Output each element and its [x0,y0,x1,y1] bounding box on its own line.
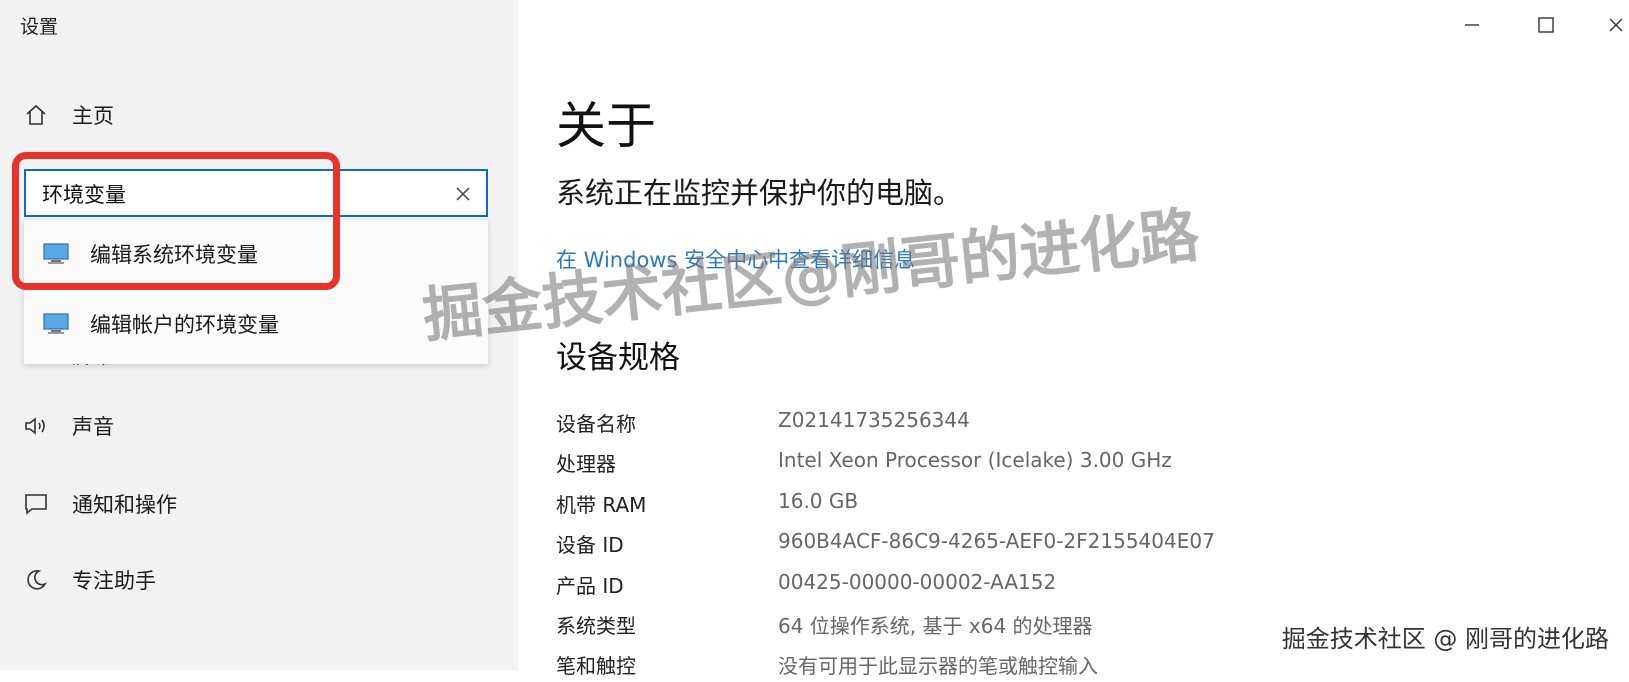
moon-icon [22,566,50,594]
watermark-caption: 掘金技术社区 @ 刚哥的进化路 [1281,625,1609,653]
sidebar-item-notifications[interactable]: 通知和操作 [22,487,177,521]
suggestion-label: 编辑系统环境变量 [90,243,258,267]
minimize-icon [1465,24,1479,26]
app-title: 设置 [20,16,59,38]
spec-value: 16.0 GB [778,489,859,513]
speaker-icon [22,412,50,440]
page-title: 关于 [556,97,656,155]
notification-icon [22,490,50,518]
sidebar-item-label: 专注助手 [72,569,156,593]
suggestion-label: 编辑帐户的环境变量 [90,313,279,337]
security-status-text: 系统正在监控并保护你的电脑。 [556,176,963,210]
home-icon [22,101,50,129]
sidebar-item-sound[interactable]: 声音 [22,409,114,443]
spec-value: 960B4ACF-86C9-4265-AEF0-2F2155404E07 [778,529,1215,553]
device-specs-title: 设备规格 [556,340,680,376]
close-icon [1609,18,1623,32]
spec-key: 笔和触控 [556,654,636,678]
spec-value: Intel Xeon Processor (Icelake) 3.00 GHz [778,448,1172,472]
close-button[interactable] [1596,10,1629,40]
maximize-icon [1538,17,1554,33]
sidebar-item-label: 声音 [72,415,114,439]
spec-key: 设备名称 [556,412,636,436]
spec-key: 设备 ID [556,533,624,557]
sidebar-item-label: 通知和操作 [72,493,177,517]
spec-value: 没有可用于此显示器的笔或触控输入 [778,654,1098,678]
suggestion-edit-system-env[interactable]: 编辑系统环境变量 [24,222,488,286]
search-box [24,169,488,217]
spec-key: 产品 ID [556,574,624,598]
spec-value: 00425-00000-00002-AA152 [778,570,1057,594]
spec-value: 64 位操作系统, 基于 x64 的处理器 [778,614,1093,638]
spec-key: 机带 RAM [556,493,647,517]
minimize-button[interactable] [1452,10,1492,40]
security-center-link[interactable]: 在 Windows 安全中心中查看详细信息 [556,244,915,274]
maximize-button[interactable] [1526,10,1566,40]
search-suggestions: 编辑系统环境变量 编辑帐户的环境变量 [24,220,488,364]
monitor-icon [42,242,70,266]
suggestion-edit-account-env[interactable]: 编辑帐户的环境变量 [24,292,488,356]
spec-value: Z02141735256344 [778,408,970,432]
close-icon[interactable] [452,183,474,205]
spec-key: 处理器 [556,452,616,476]
sidebar-item-focus-assist[interactable]: 专注助手 [22,563,156,597]
monitor-icon [42,312,70,336]
search-input[interactable] [40,178,444,210]
sidebar: 设置 主页 屏幕 声音 通知和操作 专注助手 [0,0,518,670]
sidebar-item-label: 主页 [72,104,114,128]
sidebar-item-home[interactable]: 主页 [22,98,114,132]
spec-key: 系统类型 [556,614,636,638]
